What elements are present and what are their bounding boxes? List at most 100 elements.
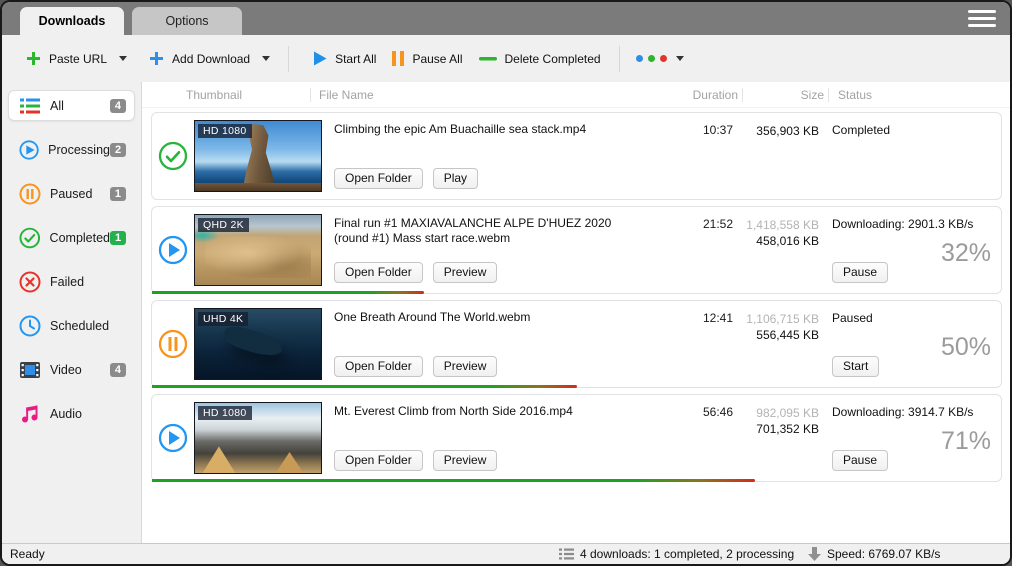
size-value: 458,016 KB: [733, 233, 819, 249]
status-text: Completed: [832, 123, 993, 137]
sidebar-item-completed[interactable]: Completed 1: [8, 222, 135, 253]
sidebar-item-scheduled[interactable]: Scheduled: [8, 310, 135, 341]
count-badge-video: 4: [110, 363, 126, 377]
tab-bar: Downloads Options: [2, 2, 1010, 35]
size-total-value: 982,095 KB: [733, 405, 819, 421]
download-row-2[interactable]: QHD 2K Final run #1 MAXIAVALANCHE ALPE D…: [151, 206, 1002, 294]
status-text: Paused: [832, 311, 993, 325]
delete-completed-button[interactable]: Delete Completed: [471, 46, 609, 72]
pause-icon: [392, 51, 404, 66]
download-row-3[interactable]: UHD 4K One Breath Around The World.webm …: [151, 300, 1002, 388]
open-folder-button[interactable]: Open Folder: [334, 168, 423, 189]
speed-down-arrow-icon: [808, 547, 821, 561]
size-total-value: 1,418,558 KB: [733, 217, 819, 233]
file-name: Climbing the epic Am Buachaille sea stac…: [334, 122, 614, 137]
downloads-summary-icon: [559, 548, 574, 560]
video-thumbnail[interactable]: UHD 4K: [194, 308, 322, 380]
paused-state-icon: [158, 329, 188, 359]
duration-value: 12:41: [655, 301, 733, 387]
add-download-button[interactable]: Add Download: [141, 45, 278, 72]
toolbar: Paste URL Add Download Start All Pause A…: [2, 35, 1010, 82]
start-all-button[interactable]: Start All: [305, 45, 384, 72]
video-film-icon: [19, 360, 41, 380]
plus-icon: [149, 51, 164, 66]
size-value: 701,352 KB: [733, 421, 819, 437]
chevron-down-icon[interactable]: [119, 56, 127, 61]
rows-container: HD 1080 Climbing the epic Am Buachaille …: [142, 108, 1010, 543]
sidebar-label-completed: Completed: [50, 231, 110, 245]
dash-icon: [479, 56, 497, 62]
size-total-value: 1,106,715 KB: [733, 311, 819, 327]
duration-value: 56:46: [655, 395, 733, 481]
downloads-summary: 4 downloads: 1 completed, 2 processing: [580, 547, 794, 561]
app-window: Downloads Options Paste URL Add Download…: [0, 0, 1012, 566]
menu-icon[interactable]: [968, 10, 996, 27]
list-header: Thumbnail File Name Duration Size Status: [142, 82, 1010, 108]
quality-badge: QHD 2K: [198, 218, 249, 232]
progress-percent: 32%: [941, 239, 991, 268]
size-value: 556,445 KB: [733, 327, 819, 343]
status-ready: Ready: [2, 547, 45, 561]
preview-button[interactable]: Preview: [433, 450, 498, 471]
toolbar-separator: [619, 46, 620, 72]
play-icon: [313, 51, 327, 66]
sidebar-item-audio[interactable]: Audio: [8, 398, 135, 429]
tab-options[interactable]: Options: [132, 7, 242, 35]
column-thumbnail[interactable]: Thumbnail: [182, 88, 310, 102]
sidebar-item-failed[interactable]: Failed: [8, 266, 135, 297]
sidebar: All 4 Processing 2 Paused 1: [2, 82, 142, 543]
download-row-1[interactable]: HD 1080 Climbing the epic Am Buachaille …: [151, 112, 1002, 200]
pause-all-button[interactable]: Pause All: [384, 45, 470, 72]
pause-button[interactable]: Pause: [832, 262, 888, 283]
plus-icon: [26, 51, 41, 66]
tab-downloads[interactable]: Downloads: [20, 7, 124, 35]
column-status[interactable]: Status: [828, 88, 1010, 102]
status-text: Downloading: 3914.7 KB/s: [832, 405, 993, 419]
body: All 4 Processing 2 Paused 1: [2, 82, 1010, 543]
quality-badge: UHD 4K: [198, 312, 248, 326]
tab-options-label: Options: [165, 14, 208, 28]
sidebar-item-paused[interactable]: Paused 1: [8, 178, 135, 209]
play-button[interactable]: Play: [433, 168, 478, 189]
preview-button[interactable]: Preview: [433, 262, 498, 283]
progress-percent: 71%: [941, 427, 991, 456]
download-list: Thumbnail File Name Duration Size Status: [142, 82, 1010, 543]
status-text: Downloading: 2901.3 KB/s: [832, 217, 993, 231]
completed-icon: [19, 227, 41, 249]
sidebar-item-all[interactable]: All 4: [8, 90, 135, 121]
scheduled-icon: [19, 315, 41, 337]
progress-bar: [152, 385, 577, 388]
delete-completed-label: Delete Completed: [505, 52, 601, 66]
start-button[interactable]: Start: [832, 356, 879, 377]
file-name: Final run #1 MAXIAVALANCHE ALPE D'HUEZ 2…: [334, 216, 614, 246]
progress-bar: [152, 291, 424, 294]
chevron-down-icon: [676, 56, 684, 61]
red-dot-icon: [660, 55, 667, 62]
sidebar-label-processing: Processing: [48, 143, 110, 157]
sidebar-label-paused: Paused: [50, 187, 92, 201]
paste-url-label: Paste URL: [49, 52, 107, 66]
video-thumbnail[interactable]: QHD 2K: [194, 214, 322, 286]
more-actions-button[interactable]: [630, 49, 690, 68]
start-all-label: Start All: [335, 52, 376, 66]
duration-value: 10:37: [655, 113, 733, 199]
all-list-icon: [19, 97, 41, 115]
chevron-down-icon[interactable]: [262, 56, 270, 61]
column-file-name[interactable]: File Name: [310, 88, 664, 102]
video-thumbnail[interactable]: HD 1080: [194, 402, 322, 474]
preview-button[interactable]: Preview: [433, 356, 498, 377]
sidebar-item-processing[interactable]: Processing 2: [8, 134, 135, 165]
video-thumbnail[interactable]: HD 1080: [194, 120, 322, 192]
download-row-4[interactable]: HD 1080 Mt. Everest Climb from North Sid…: [151, 394, 1002, 482]
progress-bar: [152, 479, 755, 482]
sidebar-item-video[interactable]: Video 4: [8, 354, 135, 385]
open-folder-button[interactable]: Open Folder: [334, 450, 423, 471]
pause-button[interactable]: Pause: [832, 450, 888, 471]
column-size[interactable]: Size: [742, 88, 828, 102]
open-folder-button[interactable]: Open Folder: [334, 356, 423, 377]
duration-value: 21:52: [655, 207, 733, 293]
paste-url-button[interactable]: Paste URL: [18, 45, 135, 72]
toolbar-separator: [288, 46, 289, 72]
open-folder-button[interactable]: Open Folder: [334, 262, 423, 283]
column-duration[interactable]: Duration: [664, 88, 742, 102]
